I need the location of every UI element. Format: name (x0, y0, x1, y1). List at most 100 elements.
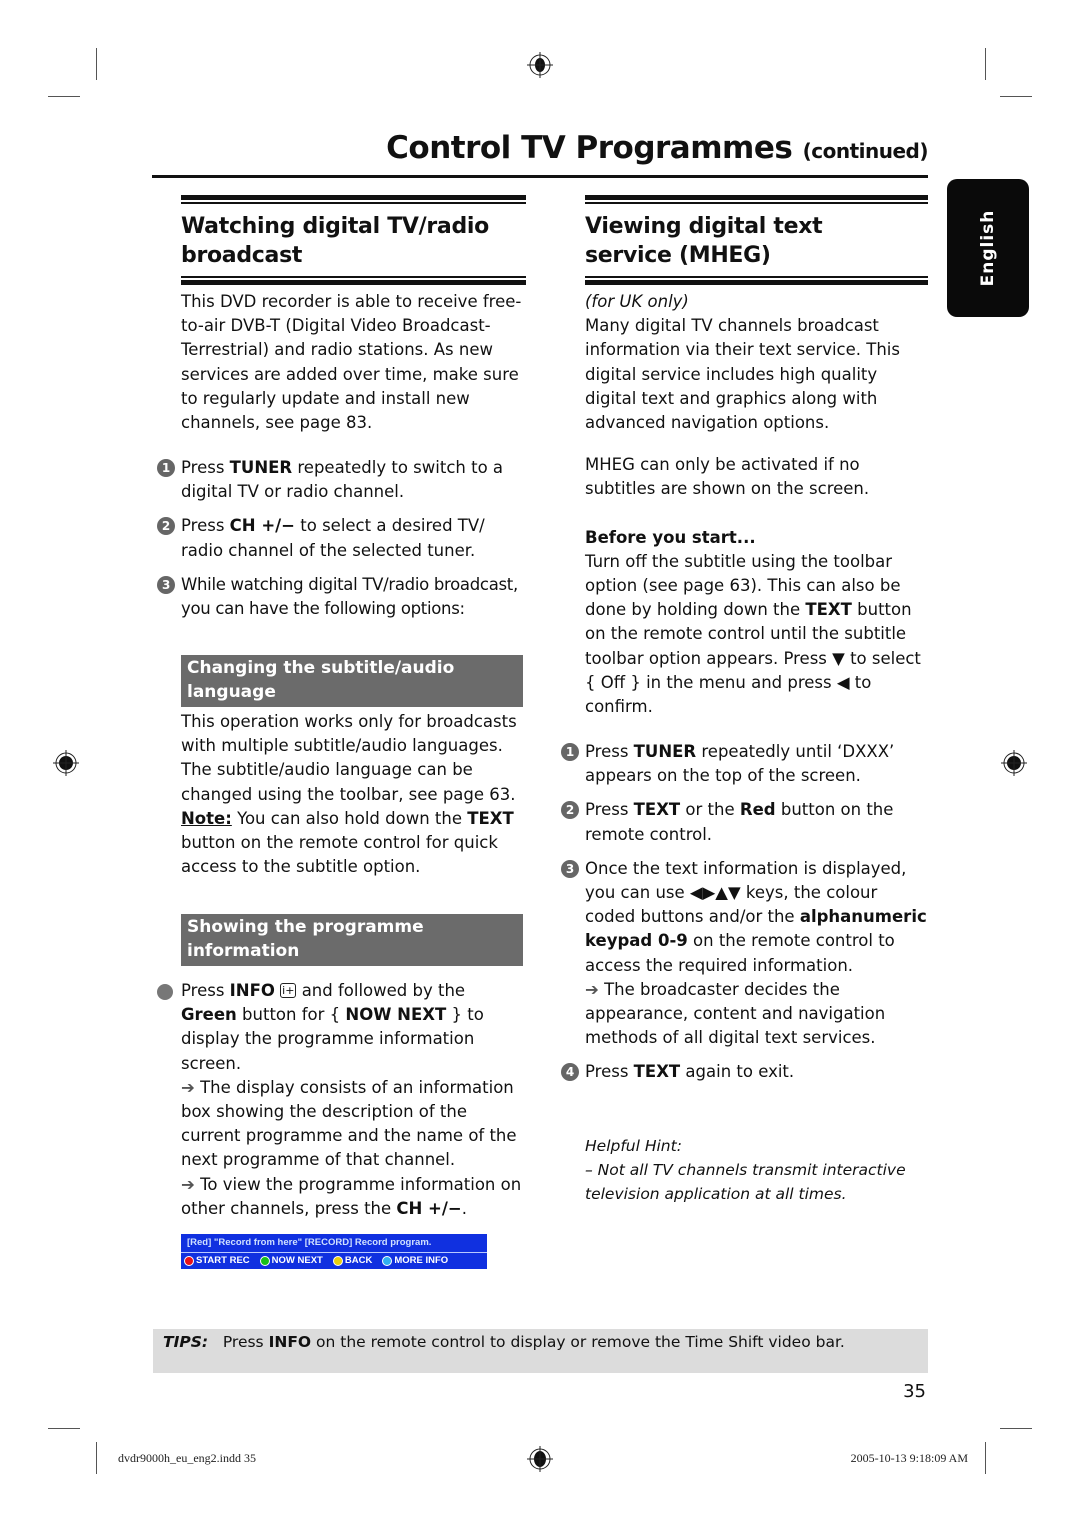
bullet-key: NOW NEXT (345, 1005, 447, 1025)
subsection-programme-info-body: Press INFO i+ and followed by the Green … (157, 979, 526, 1221)
subsection-heading-text: Changing the subtitle/audio language (187, 658, 455, 702)
crop-mark (985, 1442, 986, 1474)
page-title-suffix: (continued) (802, 139, 929, 163)
osd-button-row: START REC NOW NEXT BACK MORE INFO (184, 1255, 458, 1266)
result-text: The display consists of an information b… (181, 1077, 517, 1170)
bullet-key: Green (181, 1005, 237, 1025)
osd-button-now-next: NOW NEXT (259, 1255, 323, 1266)
left-step-1: 1 Press TUNER repeatedly to switch to a … (157, 456, 526, 504)
hint-body: – Not all TV channels transmit interacti… (585, 1161, 906, 1204)
result-2: ➔ To view the programme information on o… (181, 1173, 526, 1221)
heading-rule (181, 280, 526, 285)
heading-rule (585, 195, 928, 200)
before-body: Turn off the subtitle using the toolbar … (585, 550, 925, 719)
subsection-heading-programme-info: Showing the programme information (181, 914, 523, 966)
osd-button-more-info: MORE INFO (382, 1255, 448, 1266)
registration-mark-icon (527, 1446, 553, 1472)
step-number-badge: 3 (561, 859, 579, 878)
note-text: You can also hold down the (231, 808, 468, 828)
right-section-heading: Viewing digital text service (MHEG) (585, 195, 928, 285)
result-text: To view the programme information on oth… (181, 1174, 522, 1218)
note-key: TEXT (467, 808, 514, 828)
heading-rule (181, 195, 526, 200)
result-text: . (461, 1198, 467, 1218)
step-number-badge: 2 (561, 801, 579, 820)
left-intro: This DVD recorder is able to receive fre… (181, 290, 526, 435)
tips-box: TIPS: Press INFO on the remote control t… (153, 1329, 928, 1373)
osd-button-start-rec: START REC (184, 1255, 250, 1266)
tips-key: INFO (268, 1333, 312, 1351)
osd-button-label: BACK (344, 1255, 373, 1266)
right-step-3: 3 Once the text information is displayed… (561, 857, 930, 1051)
crop-mark (1000, 1428, 1032, 1429)
before-heading: Before you start... (585, 527, 756, 547)
osd-button-label: MORE INFO (394, 1255, 449, 1266)
subsection-heading-text: Showing the programme information (187, 917, 424, 961)
step-number-badge: 2 (157, 517, 175, 536)
heading-rule (181, 276, 526, 278)
step-number-badge: 1 (561, 743, 579, 761)
step-number-badge: 3 (157, 575, 175, 594)
osd-button-label: START REC (196, 1255, 250, 1266)
right-step-1: 1 Press TUNER repeatedly until ‘DXXX’ ap… (561, 740, 930, 788)
step-text: Press (585, 742, 634, 761)
step-number-badge: 1 (157, 459, 175, 477)
step-text: or the (680, 800, 740, 820)
result-1: ➔ The display consists of an information… (181, 1076, 526, 1173)
left-section-heading: Watching digital TV/radio broadcast (181, 195, 526, 285)
slug-filename: dvdr9000h_eu_eng2.indd 35 (118, 1451, 256, 1465)
subsection-subtitle-audio-body: This operation works only for broadcasts… (181, 710, 529, 879)
info-button-icon: i+ (280, 983, 297, 998)
left-heading: Watching digital TV/radio broadcast (181, 214, 489, 268)
step-text: again to exit. (680, 1062, 795, 1082)
language-tab-label: English (978, 209, 998, 287)
result-key: CH +/− (396, 1198, 462, 1218)
tips-text: Press (222, 1333, 269, 1351)
heading-rule (585, 276, 928, 278)
note-text: button on the remote control for quick a… (181, 833, 498, 877)
step-text: Press (181, 516, 230, 536)
step-text: Press (585, 1062, 634, 1082)
registration-mark-icon (53, 750, 79, 776)
body-text: This operation works only for broadcasts… (181, 712, 517, 804)
green-dot-icon (259, 1255, 270, 1266)
result-text: The broadcaster decides the appearance, … (585, 979, 886, 1048)
step-text: While watching digital TV/radio broadcas… (181, 574, 518, 619)
crop-mark (96, 1442, 97, 1474)
crop-mark (96, 48, 97, 80)
bullet-icon (157, 984, 173, 1000)
registration-mark-icon (1001, 750, 1027, 776)
osd-screen-bar: [Red] "Record from here" [RECORD] Record… (181, 1234, 487, 1269)
step-number-badge: 4 (561, 1063, 579, 1082)
osd-button-label: NOW NEXT (271, 1255, 323, 1266)
yellow-dot-icon (332, 1255, 343, 1266)
mheg-note: MHEG can only be activated if no subtitl… (585, 455, 870, 499)
tips-text: on the remote control to display or remo… (311, 1333, 845, 1351)
step-key: TUNER (229, 458, 293, 477)
registration-mark-icon (527, 52, 553, 78)
osd-info-line: [Red] "Record from here" [RECORD] Record… (187, 1237, 432, 1248)
subsection-body-text: This operation works only for broadcasts… (181, 710, 529, 879)
page-title-text: Control TV Programmes (386, 130, 793, 166)
step-key: TEXT (633, 1062, 681, 1082)
arrow-right-icon: ➔ (181, 1174, 195, 1194)
crop-mark (48, 96, 80, 97)
arrow-right-icon: ➔ (181, 1077, 195, 1097)
left-steps: 1 Press TUNER repeatedly to switch to a … (157, 456, 526, 621)
language-tab: English (947, 179, 1029, 317)
step-key: TEXT (633, 800, 681, 820)
bullet-item: Press INFO i+ and followed by the Green … (157, 979, 526, 1076)
step-text: Press (181, 458, 230, 477)
hint-title: Helpful Hint: (585, 1137, 682, 1155)
osd-separator (181, 1252, 487, 1253)
subsection-heading-subtitle-audio: Changing the subtitle/audio language (181, 655, 523, 707)
region-note: (for UK only) (585, 292, 689, 311)
page-number: 35 (903, 1381, 926, 1402)
bullet-text: and followed by the (296, 981, 466, 1000)
before-key: TEXT (805, 600, 852, 620)
page-title: Control TV Programmes (continued) (386, 130, 928, 166)
right-step-4: 4 Press TEXT again to exit. (561, 1060, 930, 1084)
right-heading: Viewing digital text service (MHEG) (585, 214, 823, 268)
step-key: Red (739, 800, 776, 820)
right-steps: 1 Press TUNER repeatedly until ‘DXXX’ ap… (561, 740, 930, 1085)
